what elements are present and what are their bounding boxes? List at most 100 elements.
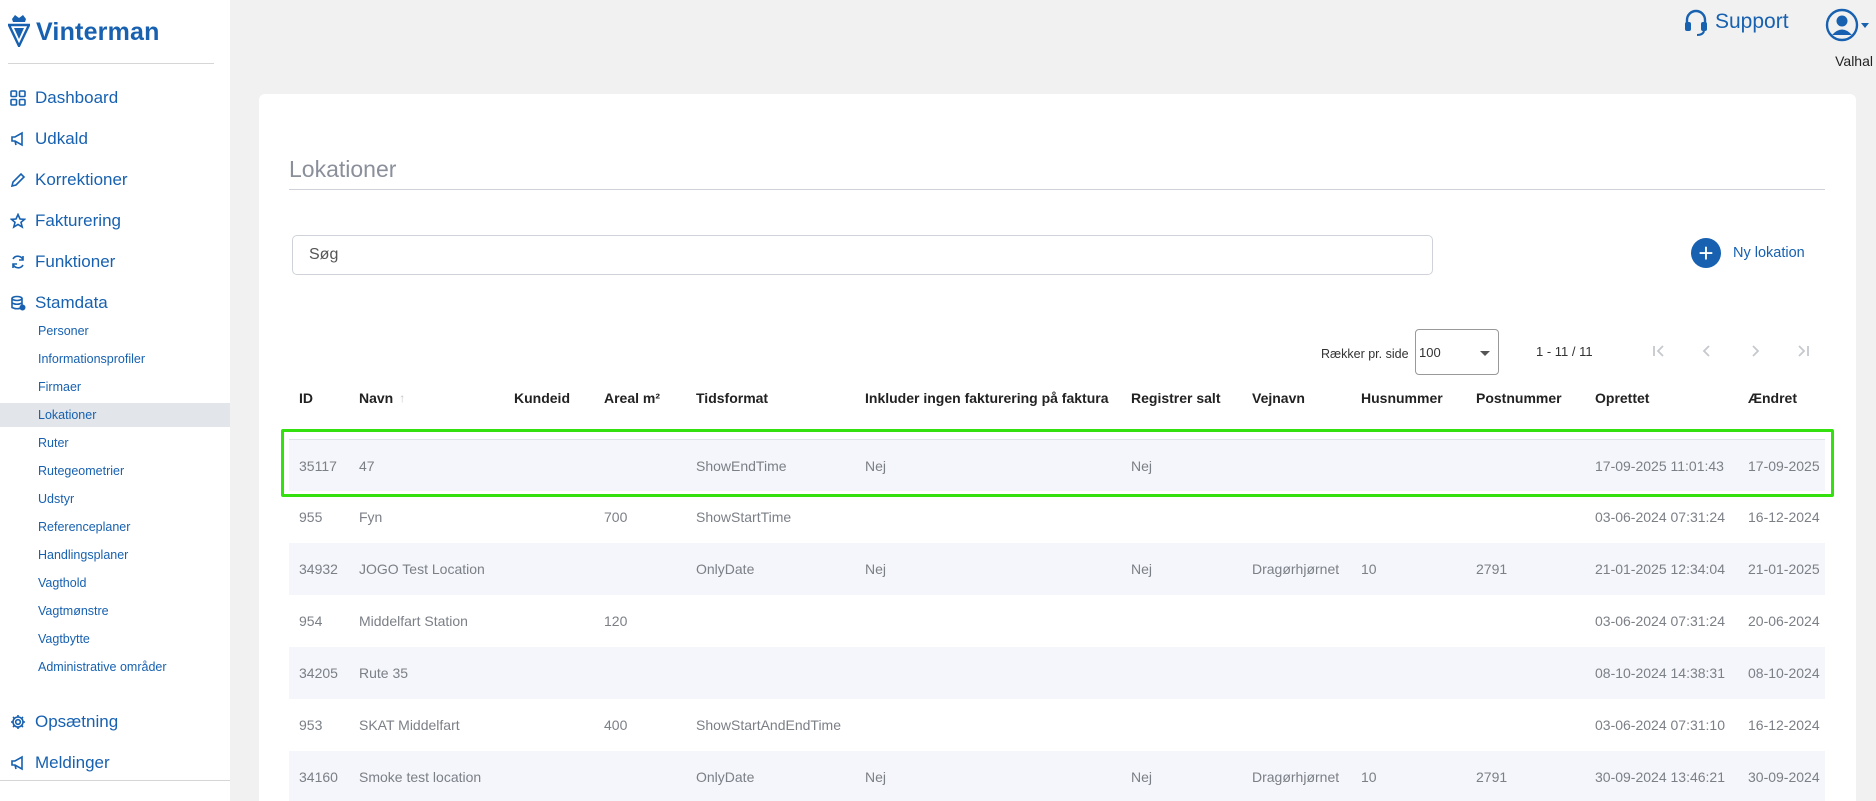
table-cell: 34932: [299, 561, 338, 577]
sidebar-item-meldinger[interactable]: Meldinger: [0, 748, 230, 778]
column-header[interactable]: Husnummer: [1361, 378, 1443, 418]
rows-per-page-label: Rækker pr. side: [1321, 347, 1409, 361]
column-header-label: ID: [299, 390, 313, 406]
column-header-label: Registrer salt: [1131, 390, 1221, 406]
sidebar-subitem-informationsprofiler[interactable]: Informationsprofiler: [0, 347, 230, 371]
sidebar-item-label: Meldinger: [35, 753, 110, 772]
next-page-button[interactable]: [1744, 340, 1766, 362]
column-header[interactable]: Areal m²: [604, 378, 660, 418]
table-row[interactable]: 35117 47 ShowEndTime Nej Nej 17-09-2025 11:01…: [289, 439, 1825, 491]
previous-page-button[interactable]: [1696, 340, 1718, 362]
sidebar-subitem-firmaer[interactable]: Firmaer: [0, 375, 230, 399]
brand-logo[interactable]: Vinterman: [8, 12, 160, 47]
refresh-icon: [9, 253, 27, 271]
table-cell: Dragørhjørnet: [1252, 769, 1340, 785]
sidebar-item-korrektioner[interactable]: Korrektioner: [0, 165, 230, 195]
sidebar-subitem-administrative-områder[interactable]: Administrative områder: [0, 655, 230, 679]
column-header[interactable]: Registrer salt: [1131, 378, 1220, 418]
crown-v-logo-icon: [8, 14, 30, 47]
table-cell: 10: [1361, 561, 1377, 577]
table-cell: Nej: [865, 458, 887, 474]
table-cell: 35117: [299, 458, 337, 474]
brand-name: Vinterman: [36, 18, 160, 46]
sidebar-item-dashboard[interactable]: Dashboard: [0, 83, 230, 113]
page-title: Lokationer: [289, 156, 397, 182]
table-cell: 34205: [299, 665, 338, 681]
first-page-button[interactable]: [1648, 340, 1670, 362]
table-cell: ShowStartTime: [696, 509, 792, 525]
table-cell: Nej: [865, 769, 887, 785]
sidebar-item-opsætning[interactable]: Opsætning: [0, 707, 230, 737]
column-header[interactable]: Tidsformat: [696, 378, 768, 418]
sidebar-subitem-handlingsplaner[interactable]: Handlingsplaner: [0, 543, 230, 567]
new-location-label: Ny lokation: [1733, 245, 1805, 261]
sort-arrow-icon: ↑: [399, 391, 406, 405]
column-header[interactable]: Inkluder ingen fakturering på faktura: [865, 378, 1109, 418]
last-page-button[interactable]: [1792, 340, 1814, 362]
column-header-label: Vejnavn: [1252, 390, 1305, 406]
sidebar-subitem-referenceplaner[interactable]: Referenceplaner: [0, 515, 230, 539]
table-cell: JOGO Test Location: [359, 561, 485, 577]
column-header-label: Ændret: [1748, 390, 1797, 406]
column-header[interactable]: Postnummer: [1476, 378, 1562, 418]
new-location-button[interactable]: + Ny lokation: [1691, 238, 1805, 268]
headset-icon: [1685, 9, 1707, 36]
user-name: Valhal: [1835, 53, 1873, 69]
table-row[interactable]: 34205 Rute 35 08-10-2024 14:38:31 08-10-202…: [289, 647, 1825, 699]
table-cell: 34160: [299, 769, 338, 785]
table-cell: Rute 35: [359, 665, 409, 681]
table-cell: 400: [604, 717, 628, 733]
rows-per-page-select[interactable]: 100: [1415, 329, 1499, 375]
sidebar-item-fakturering[interactable]: Fakturering: [0, 206, 230, 236]
support-link[interactable]: Support: [1683, 8, 1789, 36]
support-label: Support: [1715, 10, 1789, 33]
sidebar-subitem-rutegeometrier[interactable]: Rutegeometrier: [0, 459, 230, 483]
rows-per-page-value: 100: [1419, 344, 1441, 360]
table-cell: Fyn: [359, 509, 383, 525]
table-header: ID Navn ↑ Kundeid Areal m² Tidsformat Inkluder…: [289, 378, 1825, 418]
table-cell: Smoke test location: [359, 769, 482, 785]
table-row[interactable]: 953 SKAT Middelfart 400 ShowStartAndEndTime…: [289, 699, 1825, 751]
column-header-label: Postnummer: [1476, 390, 1562, 406]
table-row[interactable]: 34932 JOGO Test Location OnlyDate Nej Nej Dra…: [289, 543, 1825, 595]
plus-icon: +: [1691, 238, 1721, 268]
sidebar-subitem-vagtmønstre[interactable]: Vagtmønstre: [0, 599, 230, 623]
megaphone-icon: [9, 754, 27, 772]
table-row[interactable]: 954 Middelfart Station 120 03-06-2024 07:31…: [289, 595, 1825, 647]
table-cell: Nej: [865, 561, 887, 577]
column-header[interactable]: Ændret: [1748, 378, 1797, 418]
column-header[interactable]: Kundeid: [514, 378, 570, 418]
table-cell: 16-12-2024: [1748, 509, 1820, 525]
sidebar-subitem-udstyr[interactable]: Udstyr: [0, 487, 230, 511]
sidebar-subitem-vagtbytte[interactable]: Vagtbytte: [0, 627, 230, 651]
table-cell: OnlyDate: [696, 561, 755, 577]
search-input[interactable]: [292, 235, 1433, 275]
user-menu[interactable]: Valhal: [1825, 8, 1873, 69]
sidebar-item-label: Korrektioner: [35, 170, 128, 189]
table-cell: 30-09-2024: [1748, 769, 1820, 785]
sidebar-item-udkald[interactable]: Udkald: [0, 124, 230, 154]
column-header[interactable]: Vejnavn: [1252, 378, 1305, 418]
table-row[interactable]: 34160 Smoke test location OnlyDate Nej Nej Dr…: [289, 751, 1825, 801]
table-cell: Middelfart Station: [359, 613, 468, 629]
sidebar-item-label: Udkald: [35, 129, 88, 148]
table-cell: SKAT Middelfart: [359, 717, 460, 733]
sidebar-subitem-personer[interactable]: Personer: [0, 319, 230, 343]
column-header[interactable]: Navn ↑: [359, 378, 405, 418]
sidebar-subitem-vagthold[interactable]: Vagthold: [0, 571, 230, 595]
sidebar-item-funktioner[interactable]: Funktioner: [0, 247, 230, 277]
column-header[interactable]: ID: [299, 378, 313, 418]
sidebar: Vinterman Dashboard Udkald Korrektioner Fak…: [0, 0, 230, 801]
table-row[interactable]: 955 Fyn 700 ShowStartTime 03-06-2024 07:31:2…: [289, 491, 1825, 543]
table-cell: 953: [299, 717, 323, 733]
chevron-down-icon: [1861, 22, 1869, 28]
column-header[interactable]: Oprettet: [1595, 378, 1649, 418]
dropdown-arrow-icon: [1480, 351, 1490, 356]
first-page-icon: [1653, 345, 1664, 357]
sidebar-subitem-lokationer[interactable]: Lokationer: [0, 403, 230, 427]
sidebar-subitem-ruter[interactable]: Ruter: [0, 431, 230, 455]
table-cell: OnlyDate: [696, 769, 755, 785]
table-cell: 47: [359, 458, 375, 474]
sidebar-item-label: Opsætning: [35, 712, 119, 731]
sidebar-item-stamdata[interactable]: Stamdata: [0, 288, 230, 318]
